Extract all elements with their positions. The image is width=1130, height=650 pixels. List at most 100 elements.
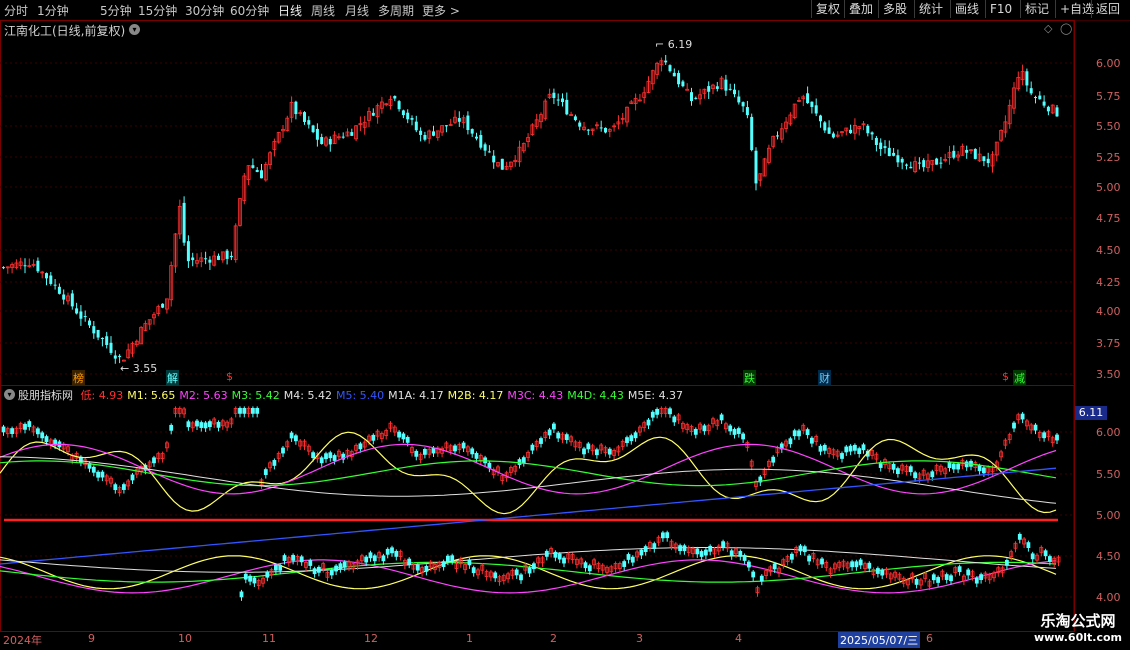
candle-body [708, 545, 713, 552]
candle-body [930, 471, 935, 478]
candle-body [492, 155, 496, 163]
indicator-dropdown-icon[interactable]: ▾ [4, 389, 15, 400]
candle-body [186, 241, 190, 262]
candle-body [695, 548, 700, 555]
event-badge-die[interactable]: 跌 [743, 370, 756, 386]
event-badge-cai[interactable]: 财 [818, 370, 831, 386]
candle-body [814, 105, 818, 114]
candle-body [255, 407, 260, 414]
f10-button[interactable]: F10 [985, 0, 1016, 18]
candle-body [203, 422, 208, 429]
candle-body [530, 444, 535, 451]
event-badge-jie[interactable]: 解 [166, 370, 179, 386]
candle-body [62, 294, 66, 300]
candle-body [371, 112, 375, 116]
candle-body [986, 158, 990, 164]
candle-body [401, 433, 406, 440]
candle-body [532, 563, 536, 570]
event-badge-dollar[interactable]: $ [225, 370, 234, 383]
candle-body [931, 574, 936, 581]
event-badge-jian[interactable]: 减 [1013, 370, 1026, 386]
candle-body [802, 546, 807, 553]
date-label-3: 3 [636, 632, 643, 645]
overlay-button[interactable]: 叠加 [844, 0, 877, 18]
indicator-chart[interactable] [0, 385, 1074, 630]
candle-body [1017, 533, 1022, 540]
candle-body [754, 150, 758, 184]
candle-body [248, 575, 253, 582]
multi-stock-button[interactable]: 多股 [878, 0, 911, 18]
fuquan-button[interactable]: 复权 [811, 0, 844, 18]
candle-body [733, 89, 736, 95]
period-tab-multi[interactable]: 多周期 [378, 2, 414, 19]
candle-body [130, 474, 135, 481]
candle-body [650, 411, 655, 418]
candle-body [564, 434, 569, 441]
event-badge-bang[interactable]: 榜 [72, 370, 85, 386]
candle-body [914, 579, 919, 585]
candle-body [741, 433, 745, 440]
draw-line-button[interactable]: 画线 [950, 0, 983, 18]
period-tab-monthly[interactable]: 月线 [345, 2, 369, 19]
statistics-button[interactable]: 统计 [914, 0, 947, 18]
candle-body [792, 430, 797, 437]
candle-body [278, 564, 283, 571]
candle-body [853, 444, 857, 451]
indicator-tick-label: 4.00 [1096, 591, 1121, 604]
candle-body [390, 547, 394, 554]
candle-body [844, 446, 849, 453]
candle-body [479, 135, 483, 148]
candle-body [595, 449, 599, 456]
candle-body [419, 130, 423, 135]
period-tab-30min[interactable]: 30分钟 [185, 2, 224, 19]
candle-body [358, 443, 363, 450]
candle-body [308, 560, 313, 566]
candle-body [771, 456, 776, 463]
back-button[interactable]: 返回 [1091, 0, 1124, 18]
candle-body [79, 311, 83, 319]
period-tab-weekly[interactable]: 周线 [311, 2, 335, 19]
candle-body [831, 133, 835, 138]
candle-body [199, 422, 204, 428]
candle-body [883, 146, 887, 148]
candle-body [949, 575, 953, 582]
date-label-2: 2 [550, 632, 557, 645]
candle-body [208, 259, 212, 263]
candle-body [328, 452, 333, 459]
low-arrow-icon: ← [120, 362, 133, 375]
candle-body [544, 550, 549, 557]
candle-body [1043, 550, 1048, 557]
candle-body [790, 553, 794, 560]
event-badge-dollar-2[interactable]: $ [1001, 370, 1010, 383]
period-tab-1min[interactable]: 1分钟 [37, 2, 69, 19]
candle-body [113, 484, 118, 491]
period-tab-15min[interactable]: 15分钟 [138, 2, 177, 19]
candle-body [751, 571, 756, 578]
period-tab-5min[interactable]: 5分钟 [100, 2, 132, 19]
period-tab-60min[interactable]: 60分钟 [230, 2, 269, 19]
candle-body [424, 565, 429, 572]
candle-body [728, 88, 732, 90]
candle-body [699, 551, 704, 557]
candle-body [728, 425, 733, 432]
candle-body [854, 561, 859, 568]
candle-body [1005, 560, 1009, 566]
candle-body [707, 86, 711, 92]
candle-body [880, 569, 885, 576]
candle-body [870, 132, 874, 135]
indicator-value: M5E: 4.37 [627, 389, 684, 402]
candle-body [307, 120, 311, 125]
candle-body [957, 566, 962, 573]
candle-body [204, 258, 208, 260]
candle-body [238, 407, 242, 414]
period-tab-daily[interactable]: 日线 [278, 2, 302, 19]
candle-body [1055, 107, 1059, 117]
period-tab-more[interactable]: 更多 > [422, 2, 460, 19]
period-tab-fenshi[interactable]: 分时 [4, 2, 28, 19]
mark-button[interactable]: 标记 [1020, 0, 1053, 18]
top-toolbar: 分时 1分钟 5分钟 15分钟 30分钟 60分钟 日线 周线 月线 多周期 更… [0, 0, 1130, 21]
high-value: 6.19 [667, 38, 693, 51]
candlestick-chart[interactable] [0, 20, 1074, 384]
candle-body [329, 569, 334, 576]
candles [2, 54, 1059, 364]
